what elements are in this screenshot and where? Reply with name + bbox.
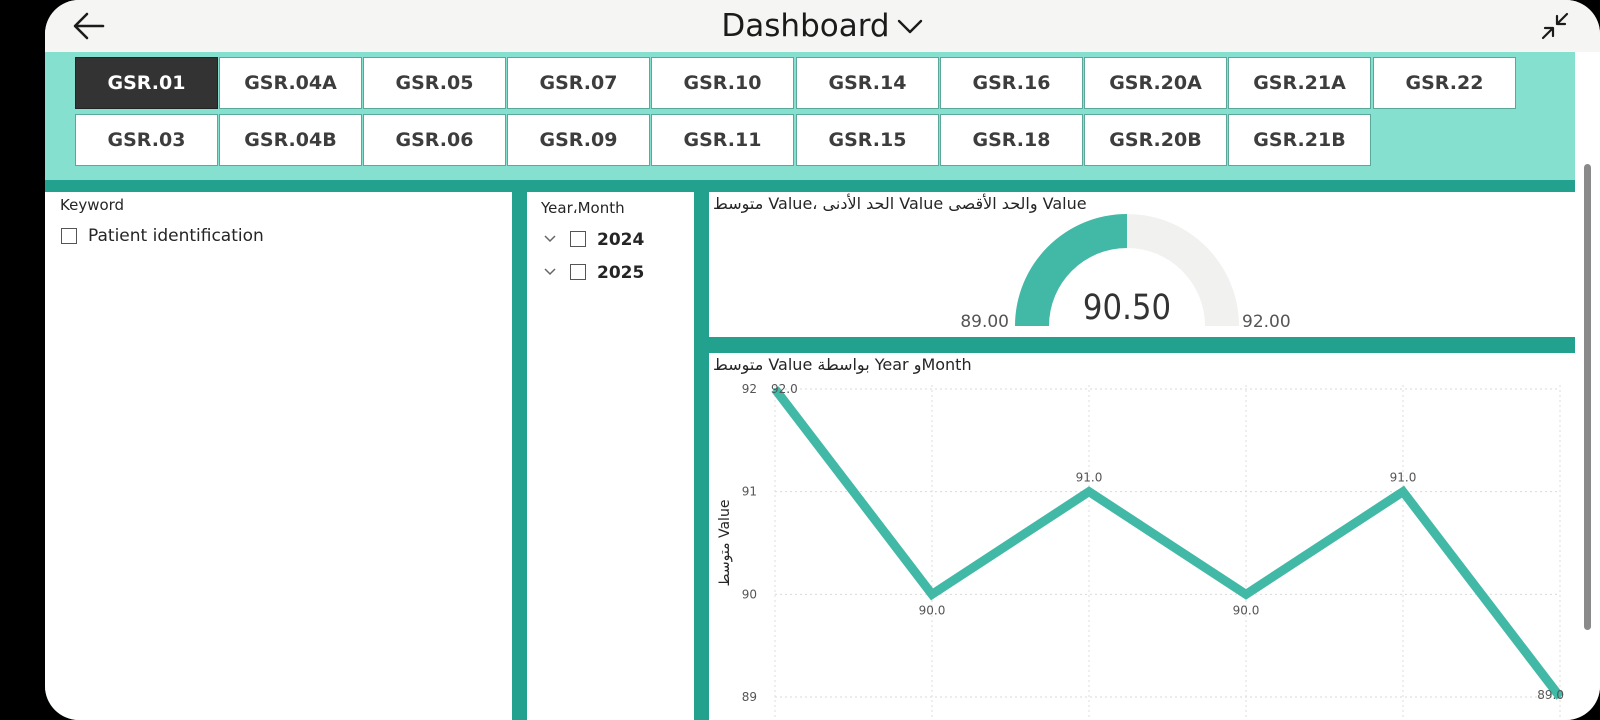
nav-button-gsr-20a[interactable]: GSR.20A: [1084, 57, 1227, 109]
y-tick-label: 90: [742, 587, 757, 601]
year-2025-label[interactable]: 2025: [597, 263, 644, 283]
y-axis-title: متوسط Value: [717, 500, 733, 587]
data-point: [1402, 490, 1404, 493]
expand-2025-chevron-icon[interactable]: [543, 267, 557, 277]
data-label: 89.0: [1537, 688, 1564, 702]
data-point: [931, 593, 933, 596]
nav-button-gsr-07[interactable]: GSR.07: [507, 57, 650, 109]
y-tick-label: 89: [742, 690, 757, 704]
nav-button-gsr-03[interactable]: GSR.03: [75, 114, 218, 166]
nav-button-gsr-20b[interactable]: GSR.20B: [1084, 114, 1227, 166]
nav-button-gsr-22[interactable]: GSR.22: [1373, 57, 1516, 109]
scrollbar-thumb[interactable]: [1584, 164, 1591, 630]
year-month-slicer: Year،Month 2024 2025: [527, 192, 694, 720]
keyword-slicer-title: Keyword: [60, 196, 125, 214]
keyword-slicer: Keyword Patient identification: [45, 192, 512, 720]
collapse-arrows-icon[interactable]: [1539, 10, 1571, 42]
y-tick-label: 92: [742, 382, 757, 396]
nav-button-gsr-04b[interactable]: GSR.04B: [219, 114, 362, 166]
data-point: [1245, 593, 1247, 596]
nav-button-gsr-09[interactable]: GSR.09: [507, 114, 650, 166]
nav-button-gsr-10[interactable]: GSR.10: [651, 57, 794, 109]
nav-button-gsr-06[interactable]: GSR.06: [363, 114, 506, 166]
report-canvas: GSR.01 GSR.04A GSR.05 GSR.07 GSR.10 GSR.…: [45, 52, 1575, 720]
patient-identification-checkbox[interactable]: [61, 228, 77, 244]
year-2024-checkbox[interactable]: [570, 231, 586, 247]
nav-button-gsr-05[interactable]: GSR.05: [363, 57, 506, 109]
data-label: 91.0: [1076, 471, 1103, 485]
chevron-down-icon: [897, 19, 922, 34]
year-2024-label[interactable]: 2024: [597, 230, 644, 250]
year-month-slicer-title: Year،Month: [541, 199, 625, 217]
arrow-left-icon[interactable]: [71, 8, 107, 44]
series-line: [771, 386, 1564, 700]
line-chart: 89 90 91 92 متوسط Value 92.0 90.0 91.0 90.0 91.0 8…: [717, 382, 1564, 717]
expand-2024-chevron-icon[interactable]: [543, 234, 557, 244]
nav-button-gsr-11[interactable]: GSR.11: [651, 114, 794, 166]
patient-identification-label[interactable]: Patient identification: [88, 226, 264, 246]
nav-button-gsr-14[interactable]: GSR.14: [796, 57, 939, 109]
nav-button-gsr-01[interactable]: GSR.01: [75, 57, 218, 109]
nav-button-gsr-16[interactable]: GSR.16: [940, 57, 1083, 109]
nav-button-gsr-21b[interactable]: GSR.21B: [1228, 114, 1371, 166]
nav-button-gsr-18[interactable]: GSR.18: [940, 114, 1083, 166]
gauge-min-label: 89.00: [960, 312, 1009, 332]
dashboard-title-dropdown[interactable]: Dashboard: [721, 8, 923, 44]
top-bar: Dashboard: [45, 0, 1600, 52]
nav-button-gsr-04a[interactable]: GSR.04A: [219, 57, 362, 109]
year-2025-checkbox[interactable]: [570, 264, 586, 280]
nav-button-gsr-15[interactable]: GSR.15: [796, 114, 939, 166]
gauge-visual[interactable]: متوسط Value، الحد الأدنى Value والحد الأ…: [709, 192, 1575, 337]
page-title: Dashboard: [721, 8, 890, 44]
app-screen: Dashboard GSR.01 GSR.04A GSR.05 GSR.07 G…: [45, 0, 1600, 720]
gauge-chart: 90.50 89.00 92.00: [960, 214, 1291, 332]
vertical-scrollbar[interactable]: [1575, 52, 1600, 720]
nav-button-gsr-21a[interactable]: GSR.21A: [1228, 57, 1371, 109]
gauge-max-label: 92.00: [1242, 312, 1291, 332]
data-point: [1088, 490, 1090, 493]
y-tick-label: 91: [742, 485, 757, 499]
gauge-value: 90.50: [1083, 286, 1171, 327]
data-label: 92.0: [771, 382, 798, 396]
navigation-button-area: GSR.01 GSR.04A GSR.05 GSR.07 GSR.10 GSR.…: [45, 52, 1575, 180]
data-label: 91.0: [1390, 471, 1417, 485]
data-label: 90.0: [919, 603, 946, 617]
data-label: 90.0: [1233, 603, 1260, 617]
line-chart-visual[interactable]: متوسط Value بواسطة Year وMonth 89 90 91 92 م…: [709, 353, 1575, 720]
